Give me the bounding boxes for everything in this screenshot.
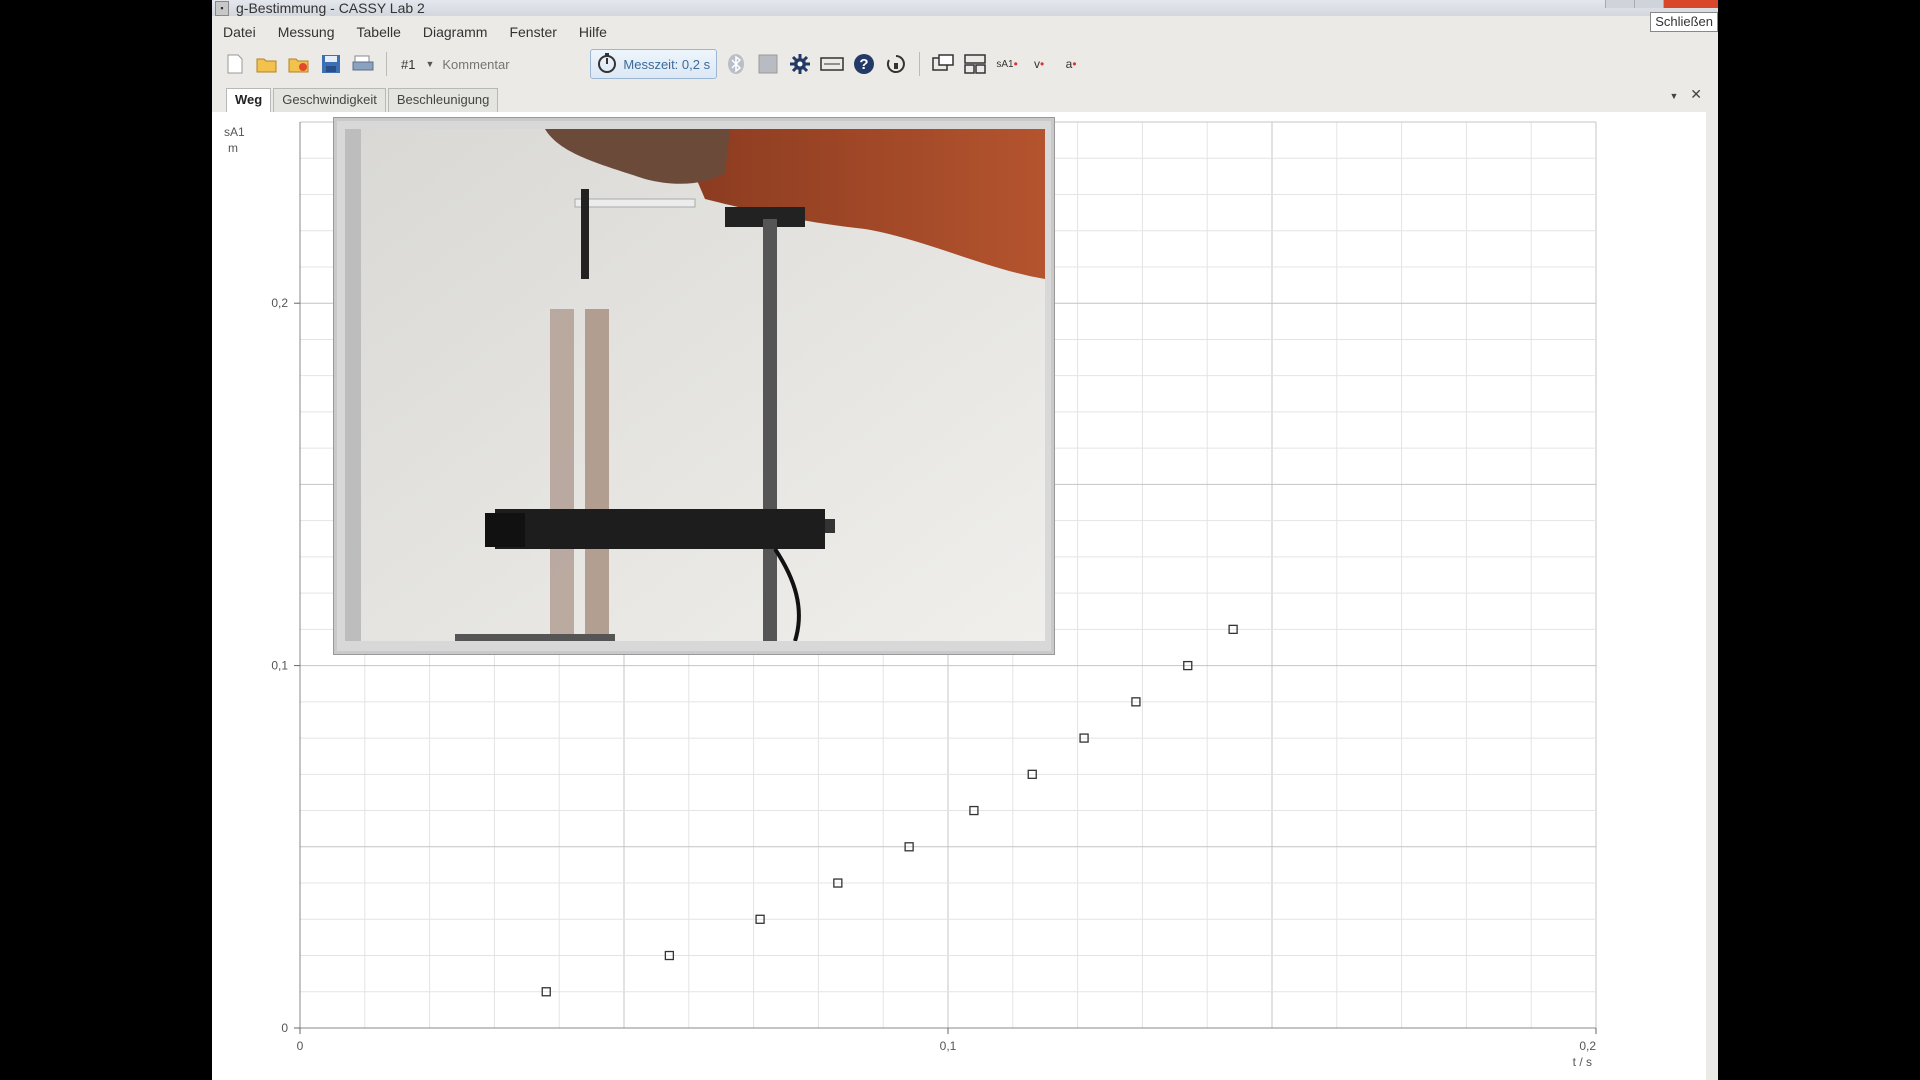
y-axis-label: sA1 [224, 125, 245, 139]
window-controls [1605, 0, 1718, 8]
maximize-button[interactable] [1634, 0, 1663, 8]
x-tick-label: 0,1 [940, 1039, 957, 1053]
y-tick-label: 0,1 [271, 659, 288, 673]
app-icon: ▪ [215, 1, 229, 16]
print-icon[interactable] [350, 51, 376, 77]
menu-datei[interactable]: Datei [212, 22, 267, 44]
dataset-select[interactable]: #1 [397, 57, 419, 72]
y-tick-label: 0,2 [271, 296, 288, 310]
keyboard-icon[interactable] [819, 51, 845, 77]
toolbar: #1 ▼ Messzeit: 0,2 s ? [222, 46, 1422, 82]
menu-bar: Datei Messung Tabelle Diagramm Fenster H… [212, 22, 1718, 44]
measure-time-button[interactable]: Messzeit: 0,2 s [590, 49, 718, 79]
a-icon[interactable]: a • [1058, 51, 1084, 77]
a-label: a [1065, 57, 1073, 71]
stopwatch-icon [597, 52, 617, 76]
open-example-icon[interactable] [286, 51, 312, 77]
help-icon[interactable]: ? [851, 51, 877, 77]
close-icon[interactable]: ✕ [1690, 86, 1702, 102]
window-title: g-Bestimmung - CASSY Lab 2 [236, 0, 425, 16]
menu-tabelle[interactable]: Tabelle [346, 22, 412, 44]
reset-icon[interactable] [883, 51, 909, 77]
x-tick-label: 0 [297, 1039, 304, 1053]
v-icon[interactable]: v • [1026, 51, 1052, 77]
menu-hilfe[interactable]: Hilfe [568, 22, 618, 44]
open-folder-icon[interactable] [254, 51, 280, 77]
close-button[interactable] [1663, 0, 1718, 8]
tab-geschwindigkeit[interactable]: Geschwindigkeit [273, 88, 386, 112]
menu-fenster[interactable]: Fenster [498, 22, 567, 44]
bluetooth-icon[interactable] [723, 51, 749, 77]
tab-controls: ▼ ✕ [1669, 86, 1702, 103]
sa1-icon[interactable]: sA1 • [994, 51, 1020, 77]
x-tick-label: 0,2 [1579, 1039, 1596, 1053]
save-icon[interactable] [318, 51, 344, 77]
y-tick-label: 0 [281, 1021, 288, 1035]
minimize-button[interactable] [1605, 0, 1634, 8]
toolbar-separator [919, 52, 921, 76]
measure-time-label: Messzeit: 0,2 s [623, 56, 711, 72]
title-bar: ▪ g-Bestimmung - CASSY Lab 2 Schließen [212, 0, 1718, 32]
comment-input[interactable] [440, 53, 585, 75]
window-b-icon[interactable] [962, 51, 988, 77]
cassy-lab-window: ▪ g-Bestimmung - CASSY Lab 2 Schließen D… [212, 0, 1718, 1080]
tab-weg[interactable]: Weg [226, 88, 272, 112]
y-axis-unit: m [228, 141, 238, 155]
x-axis-label: t / s [1573, 1055, 1592, 1069]
tab-bar: Weg Geschwindigkeit Beschleunigung [226, 88, 499, 112]
video-frame-image [345, 129, 1045, 641]
menu-messung[interactable]: Messung [267, 22, 346, 44]
menu-diagramm[interactable]: Diagramm [412, 22, 499, 44]
svg-text:?: ? [860, 56, 869, 73]
chevron-down-icon[interactable]: ▼ [1669, 91, 1678, 101]
grid-icon[interactable] [755, 51, 781, 77]
gear-icon[interactable] [787, 51, 813, 77]
sa1-label: sA1 [996, 58, 1014, 70]
plot-area[interactable]: 0 0,1 0,2 0 0,1 0,2 sA1 m t / s [212, 112, 1706, 1080]
video-window[interactable] [334, 118, 1054, 654]
window-a-icon[interactable] [930, 51, 956, 77]
toolbar-separator [386, 52, 387, 76]
chevron-down-icon[interactable]: ▼ [425, 59, 434, 69]
new-file-icon[interactable] [222, 51, 248, 77]
tab-beschleunigung[interactable]: Beschleunigung [387, 88, 499, 112]
